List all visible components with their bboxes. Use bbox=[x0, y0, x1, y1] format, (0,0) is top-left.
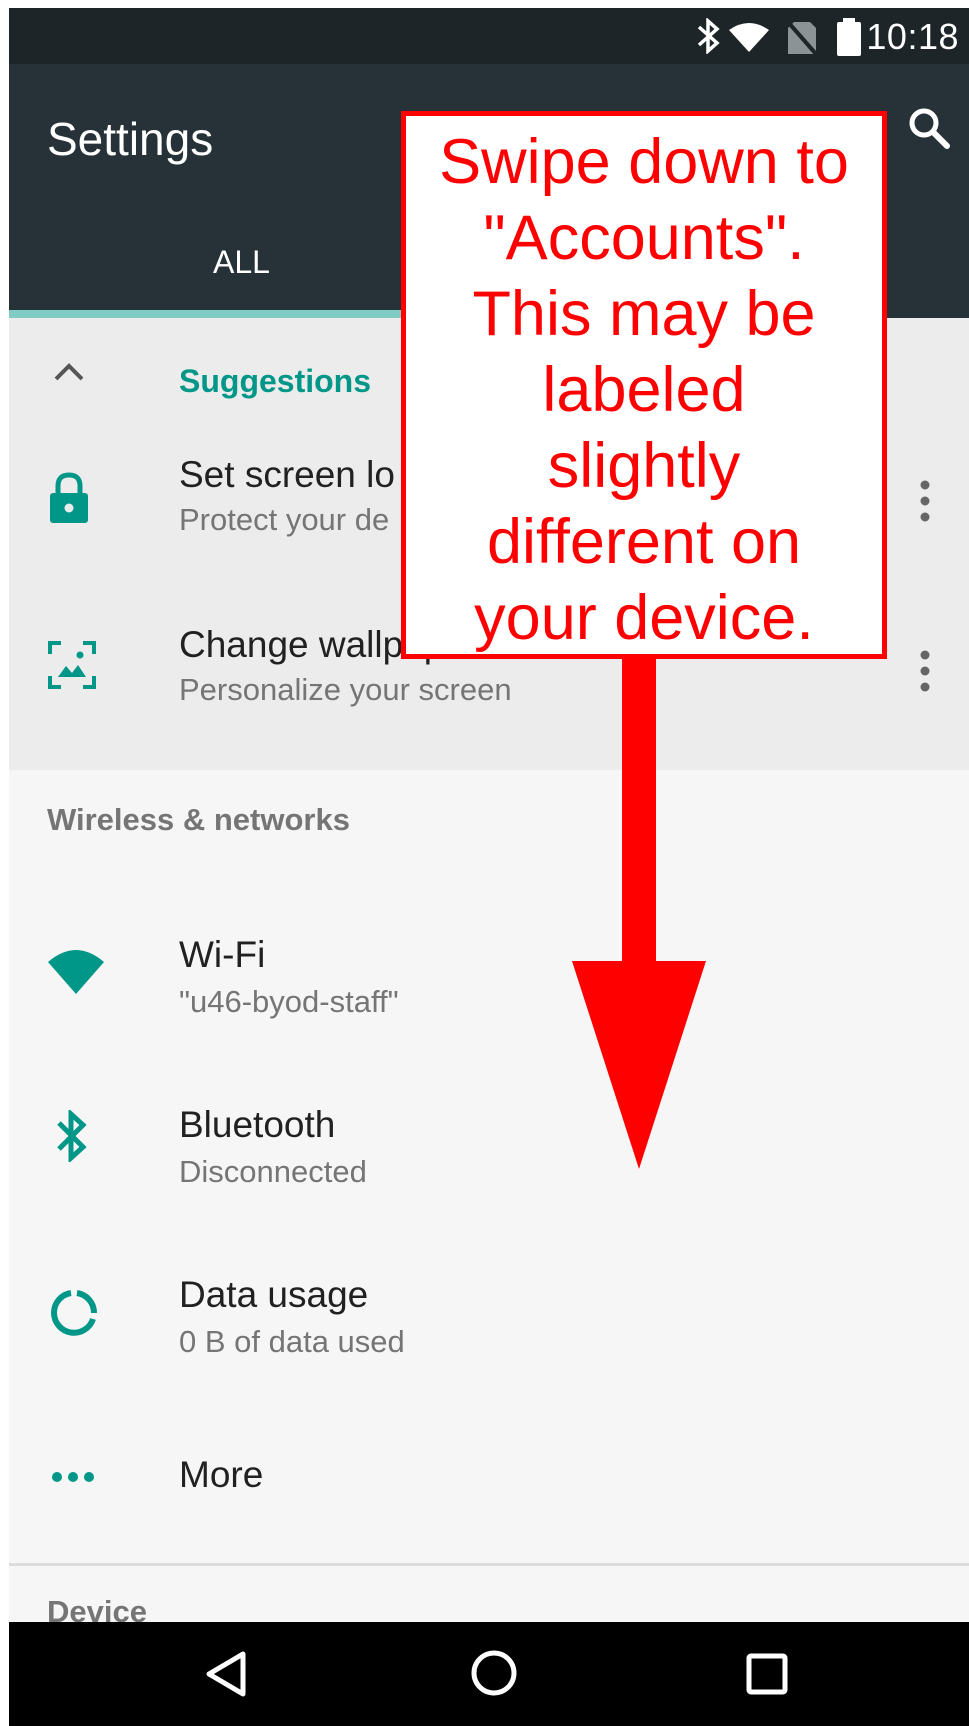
annotation-line: This may be bbox=[472, 279, 816, 349]
list-item-more[interactable]: More bbox=[9, 1398, 969, 1558]
list-item-title: More bbox=[179, 1454, 264, 1495]
battery-icon bbox=[836, 18, 862, 61]
suggestion-subtitle: Personalize your screen bbox=[179, 672, 512, 707]
annotation-line: "Accounts". bbox=[483, 203, 805, 273]
annotation-callout: Swipe down to "Accounts". This may be la… bbox=[401, 111, 887, 659]
list-item-wifi[interactable]: Wi-Fi "u46-byod-staff" bbox=[9, 888, 969, 1058]
annotation-line: your device. bbox=[474, 583, 814, 653]
section-header-wireless: Wireless & networks bbox=[47, 802, 350, 837]
overflow-menu-icon[interactable] bbox=[919, 480, 931, 527]
data-usage-icon bbox=[49, 1288, 99, 1343]
list-item-subtitle: "u46-byod-staff" bbox=[179, 984, 399, 1019]
wifi-icon bbox=[727, 22, 771, 57]
annotation-line: Swipe down to bbox=[439, 127, 849, 197]
list-item-title: Wi-Fi bbox=[179, 934, 266, 975]
wallpaper-icon bbox=[47, 640, 97, 695]
chevron-up-icon[interactable] bbox=[53, 362, 85, 387]
tab-indicator bbox=[9, 310, 429, 318]
list-item-title: Data usage bbox=[179, 1274, 369, 1315]
list-item-bluetooth[interactable]: Bluetooth Disconnected bbox=[9, 1058, 969, 1228]
suggestion-subtitle: Protect your de bbox=[179, 502, 390, 537]
annotation-arrow-down-icon bbox=[569, 659, 709, 1174]
home-icon[interactable] bbox=[469, 1648, 519, 1703]
annotation-line: labeled bbox=[542, 355, 746, 425]
back-icon[interactable] bbox=[205, 1650, 249, 1703]
search-icon[interactable] bbox=[907, 106, 951, 155]
annotation-line: slightly bbox=[547, 431, 741, 501]
divider bbox=[9, 1563, 969, 1566]
list-item-subtitle: 0 B of data used bbox=[179, 1324, 405, 1359]
status-time: 10:18 bbox=[866, 16, 959, 57]
navigation-bar bbox=[9, 1622, 969, 1726]
list-item-title: Bluetooth bbox=[179, 1104, 336, 1145]
tab-all[interactable]: ALL bbox=[213, 244, 270, 281]
recents-icon[interactable] bbox=[745, 1652, 789, 1701]
suggestions-label: Suggestions bbox=[179, 363, 372, 399]
suggestion-title: Set screen lo bbox=[179, 454, 395, 495]
list-item-data-usage[interactable]: Data usage 0 B of data used bbox=[9, 1228, 969, 1398]
wifi-icon bbox=[47, 948, 105, 999]
overflow-menu-icon[interactable] bbox=[919, 650, 931, 697]
annotation-line: different on bbox=[486, 507, 802, 577]
bluetooth-icon bbox=[695, 17, 723, 59]
lock-icon bbox=[47, 472, 91, 529]
list-item-subtitle: Disconnected bbox=[179, 1154, 367, 1189]
bluetooth-icon bbox=[55, 1108, 89, 1167]
settings-screen: 10:18 Settings ALL Suggestions Set scree… bbox=[9, 8, 969, 1726]
no-sim-icon bbox=[786, 20, 818, 61]
page-title: Settings bbox=[47, 113, 214, 165]
status-bar: 10:18 bbox=[9, 8, 969, 64]
more-dots-icon bbox=[51, 1470, 95, 1488]
